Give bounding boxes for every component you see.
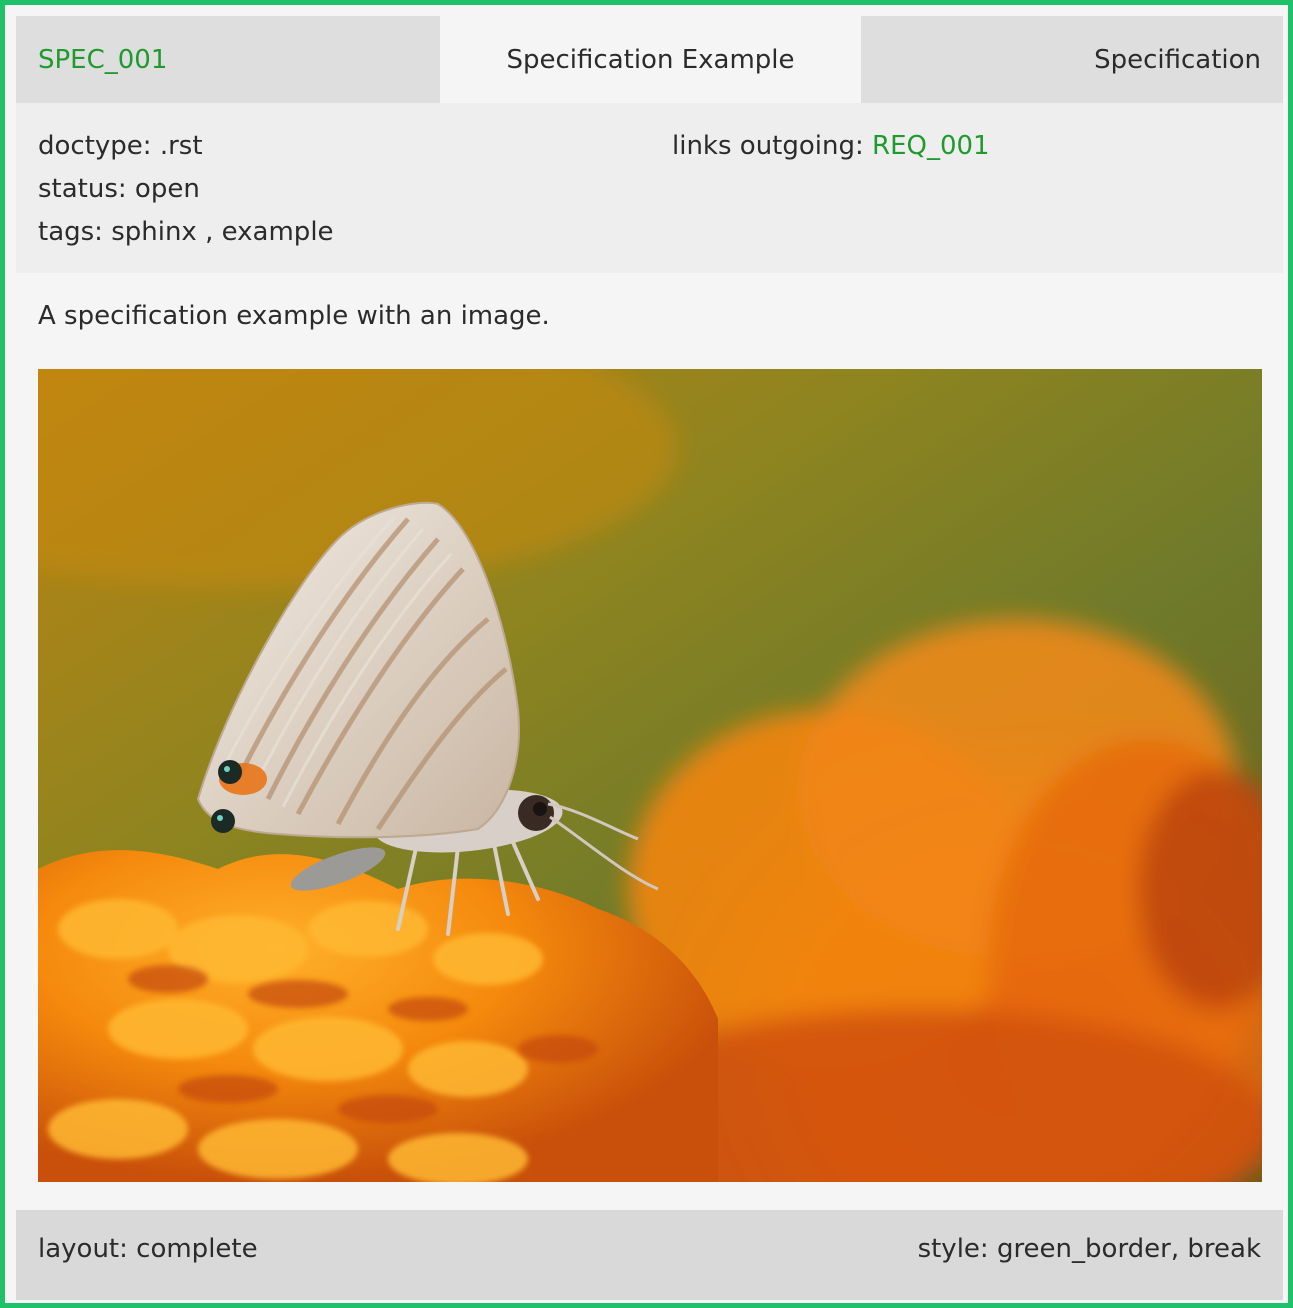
status-value: open bbox=[134, 174, 200, 204]
footer-layout: layout: complete bbox=[38, 1234, 258, 1264]
butterfly-photo bbox=[38, 369, 1262, 1182]
meta-left: doctype: .rst status: open tags: sphinx … bbox=[38, 125, 334, 254]
meta-right: links outgoing: REQ_001 bbox=[672, 125, 990, 168]
tag-item: example bbox=[221, 217, 334, 247]
meta-tags: tags: sphinx , example bbox=[38, 217, 334, 247]
need-content: A specification example with an image. bbox=[16, 273, 1283, 1217]
footer-style: style: green_border, break bbox=[918, 1234, 1261, 1264]
links-outgoing-label: links outgoing: bbox=[672, 131, 873, 161]
doctype-value: .rst bbox=[159, 131, 203, 161]
need-type: Specification bbox=[1094, 44, 1261, 75]
need-meta: doctype: .rst status: open tags: sphinx … bbox=[16, 103, 1283, 273]
need-container: SPEC_001 Specification Example Specifica… bbox=[0, 0, 1293, 1308]
style-value: green_border, break bbox=[996, 1234, 1261, 1264]
links-outgoing-link[interactable]: REQ_001 bbox=[872, 131, 990, 161]
status-label: status: bbox=[38, 174, 135, 204]
need-description: A specification example with an image. bbox=[38, 301, 550, 331]
need-type-cell: Specification bbox=[861, 16, 1283, 103]
meta-doctype: doctype: .rst bbox=[38, 125, 334, 168]
butterfly-photo-image bbox=[38, 369, 1262, 1182]
need-id-cell: SPEC_001 bbox=[16, 16, 440, 103]
need-title: Specification Example bbox=[506, 44, 795, 75]
tag-item: sphinx bbox=[111, 217, 197, 247]
tags-label: tags: bbox=[38, 217, 112, 247]
doctype-label: doctype: bbox=[38, 131, 160, 161]
need-title-cell: Specification Example bbox=[440, 16, 861, 103]
style-label: style: bbox=[917, 1234, 997, 1264]
need-footer: layout: complete style: green_border, br… bbox=[16, 1210, 1283, 1300]
layout-label: layout: bbox=[38, 1234, 137, 1264]
need-id-link[interactable]: SPEC_001 bbox=[38, 45, 167, 75]
need-header: SPEC_001 Specification Example Specifica… bbox=[16, 16, 1283, 103]
need-inner: SPEC_001 Specification Example Specifica… bbox=[16, 16, 1283, 1300]
layout-value: complete bbox=[136, 1234, 258, 1264]
meta-status: status: open bbox=[38, 168, 334, 211]
